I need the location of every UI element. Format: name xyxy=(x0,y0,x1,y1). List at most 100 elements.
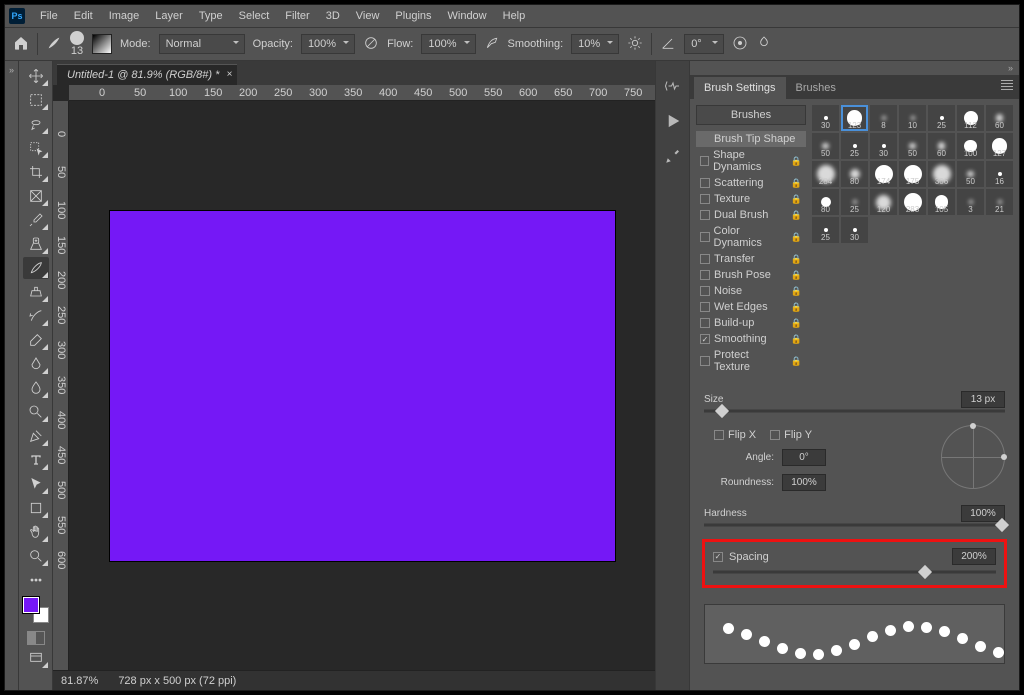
hardness-value[interactable]: 100% xyxy=(961,505,1005,522)
brush-thumb[interactable]: 100 xyxy=(957,133,984,159)
menu-view[interactable]: View xyxy=(349,7,387,25)
edit-toolbar[interactable] xyxy=(23,569,49,591)
canvas-viewport[interactable] xyxy=(69,101,655,670)
menu-help[interactable]: Help xyxy=(496,7,533,25)
brush-thumb[interactable]: 306 xyxy=(928,161,955,187)
brush-thumb[interactable]: 120 xyxy=(870,189,897,215)
frame-tool[interactable] xyxy=(23,185,49,207)
brush-thumb[interactable]: 112 xyxy=(957,105,984,131)
angle-field[interactable]: 0° xyxy=(684,34,724,54)
spacing-checkbox[interactable]: Spacing xyxy=(713,551,769,563)
actions-panel-icon[interactable] xyxy=(664,112,682,133)
clone-stamp-tool[interactable] xyxy=(23,281,49,303)
panel-collapse[interactable]: » xyxy=(690,61,1019,75)
brush-thumb[interactable]: 105 xyxy=(928,189,955,215)
tab-brush-settings[interactable]: Brush Settings xyxy=(694,77,786,99)
menu-edit[interactable]: Edit xyxy=(67,7,100,25)
brush-option-scattering[interactable]: Scattering🔒 xyxy=(696,175,806,191)
pen-tool[interactable] xyxy=(23,425,49,447)
angle-value[interactable]: 0° xyxy=(782,449,826,466)
dodge-tool[interactable] xyxy=(23,401,49,423)
brush-thumb[interactable]: 10 xyxy=(899,105,926,131)
panel-menu-icon[interactable] xyxy=(1001,80,1013,90)
brush-thumb[interactable]: 50 xyxy=(957,161,984,187)
brush-thumb[interactable]: 60 xyxy=(928,133,955,159)
menu-image[interactable]: Image xyxy=(102,7,147,25)
tab-brushes[interactable]: Brushes xyxy=(786,77,846,99)
brush-thumb[interactable]: 16 xyxy=(986,161,1013,187)
brush-option-build-up[interactable]: Build-up🔒 xyxy=(696,315,806,331)
brush-thumb[interactable]: 283 xyxy=(899,189,926,215)
marquee-tool[interactable] xyxy=(23,89,49,111)
color-swatch[interactable] xyxy=(23,597,49,623)
symmetry-icon[interactable] xyxy=(756,35,772,54)
brush-thumb[interactable]: 60 xyxy=(986,105,1013,131)
brush-thumb[interactable]: 127 xyxy=(986,133,1013,159)
spacing-value[interactable]: 200% xyxy=(952,548,996,565)
spacing-slider[interactable] xyxy=(713,565,996,579)
brush-thumb[interactable]: 25 xyxy=(841,133,868,159)
quick-mask-toggle[interactable] xyxy=(27,631,45,645)
brush-option-smoothing[interactable]: Smoothing🔒 xyxy=(696,331,806,347)
close-tab-icon[interactable]: × xyxy=(227,69,233,80)
brush-option-protect-texture[interactable]: Protect Texture🔒 xyxy=(696,347,806,375)
brush-thumb[interactable]: 8 xyxy=(870,105,897,131)
properties-panel-icon[interactable] xyxy=(664,147,682,168)
lasso-tool[interactable] xyxy=(23,113,49,135)
brush-option-transfer[interactable]: Transfer🔒 xyxy=(696,251,806,267)
brush-tool[interactable] xyxy=(23,257,49,279)
path-select-tool[interactable] xyxy=(23,473,49,495)
mode-dropdown[interactable]: Normal xyxy=(159,34,245,54)
hand-tool[interactable] xyxy=(23,521,49,543)
menu-3d[interactable]: 3D xyxy=(319,7,347,25)
menu-window[interactable]: Window xyxy=(441,7,494,25)
brush-thumb[interactable]: 21 xyxy=(986,189,1013,215)
left-dock-strip[interactable]: » xyxy=(5,61,19,690)
brush-option-wet-edges[interactable]: Wet Edges🔒 xyxy=(696,299,806,315)
brush-thumb[interactable]: 80 xyxy=(841,161,868,187)
brushes-button[interactable]: Brushes xyxy=(696,105,806,125)
brush-thumb[interactable]: 30 xyxy=(870,133,897,159)
brush-option-color-dynamics[interactable]: Color Dynamics🔒 xyxy=(696,223,806,251)
menu-plugins[interactable]: Plugins xyxy=(388,7,438,25)
brush-thumb[interactable]: 50 xyxy=(812,133,839,159)
menu-type[interactable]: Type xyxy=(192,7,230,25)
ruler-horizontal[interactable]: 0501001502002503003504004505005506006507… xyxy=(69,85,655,101)
flipy-checkbox[interactable]: Flip Y xyxy=(770,429,812,441)
menu-file[interactable]: File xyxy=(33,7,65,25)
gradient-tool[interactable] xyxy=(23,353,49,375)
ruler-vertical[interactable]: 050100150200250300350400450500550600 xyxy=(53,101,69,670)
angle-widget[interactable] xyxy=(941,425,1005,489)
brush-thumb[interactable]: 123 xyxy=(841,105,868,131)
brush-thumb[interactable]: 3 xyxy=(957,189,984,215)
blend-swatch[interactable] xyxy=(92,34,112,54)
brush-tool-icon[interactable] xyxy=(46,35,62,54)
brush-thumb[interactable]: 30 xyxy=(841,217,868,243)
roundness-value[interactable]: 100% xyxy=(782,474,826,491)
move-tool[interactable] xyxy=(23,65,49,87)
brush-thumb[interactable]: 25 xyxy=(841,189,868,215)
brush-thumb[interactable]: 50 xyxy=(899,133,926,159)
smoothing-dropdown[interactable]: 10% xyxy=(571,34,619,54)
shape-tool[interactable] xyxy=(23,497,49,519)
home-icon[interactable] xyxy=(13,35,29,54)
brush-thumb[interactable]: 25 xyxy=(928,105,955,131)
airbrush-icon[interactable] xyxy=(484,35,500,54)
screen-mode[interactable] xyxy=(23,647,49,669)
artboard[interactable] xyxy=(110,211,615,561)
smoothing-gear-icon[interactable] xyxy=(627,35,643,54)
status-dims[interactable]: 728 px x 500 px (72 ppi) xyxy=(118,675,236,687)
type-tool[interactable] xyxy=(23,449,49,471)
flipx-checkbox[interactable]: Flip X xyxy=(714,429,756,441)
brush-size-preview[interactable]: 13 xyxy=(70,31,84,57)
brush-option-dual-brush[interactable]: Dual Brush🔒 xyxy=(696,207,806,223)
document-tab[interactable]: Untitled-1 @ 81.9% (RGB/8#) *× xyxy=(57,64,237,85)
brush-option-brush-tip-shape[interactable]: Brush Tip Shape xyxy=(696,131,806,147)
opacity-dropdown[interactable]: 100% xyxy=(301,34,355,54)
blur-tool[interactable] xyxy=(23,377,49,399)
flow-dropdown[interactable]: 100% xyxy=(421,34,475,54)
brush-thumb[interactable]: 25 xyxy=(812,217,839,243)
size-pressure-icon[interactable] xyxy=(732,35,748,54)
status-zoom[interactable]: 81.87% xyxy=(61,675,98,687)
history-panel-icon[interactable] xyxy=(664,77,682,98)
